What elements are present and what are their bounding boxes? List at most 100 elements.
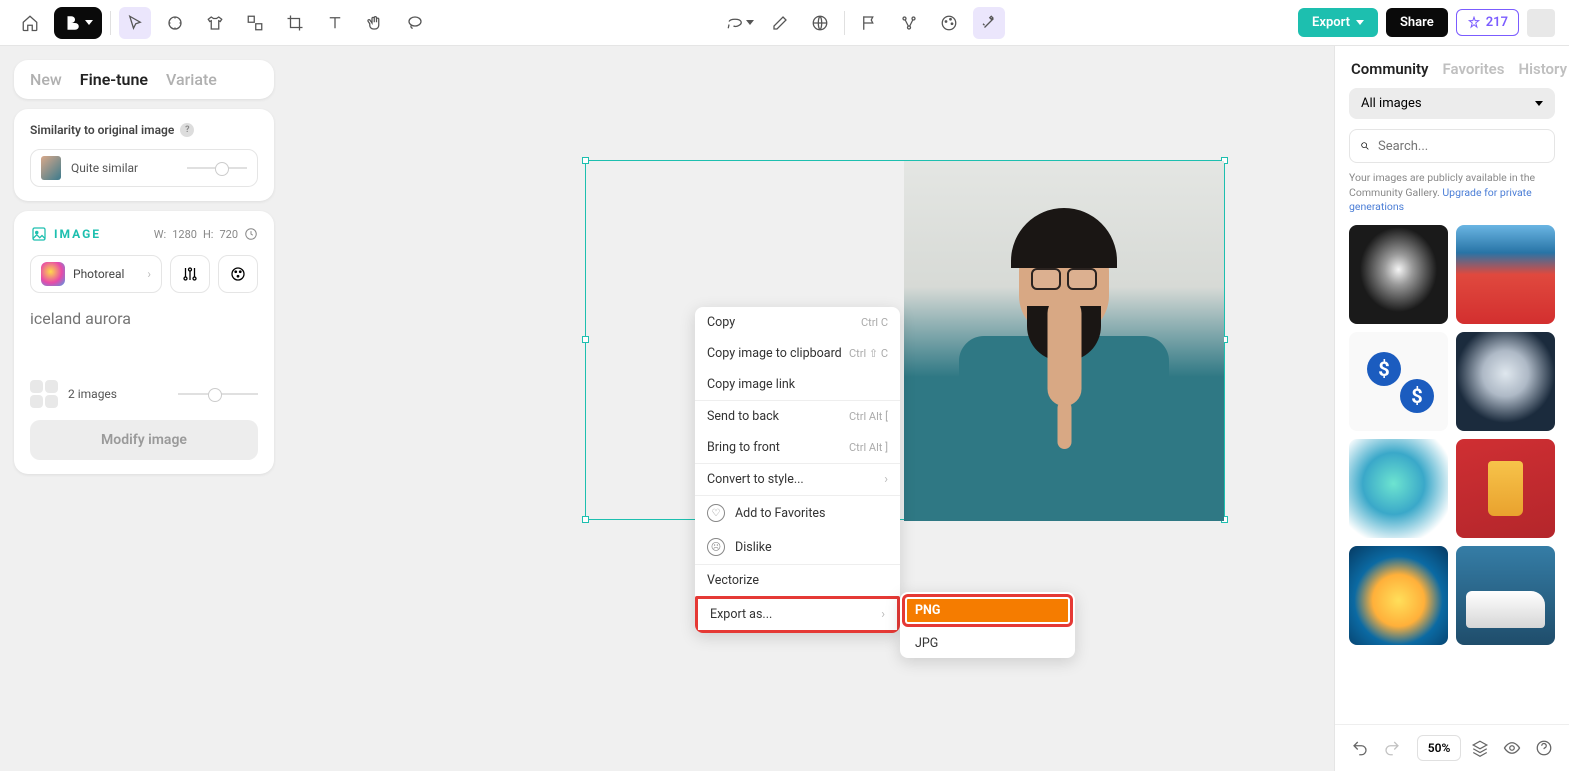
export-label: Export <box>1312 15 1350 30</box>
similarity-control[interactable]: Quite similar <box>30 149 258 187</box>
eraser-icon[interactable] <box>764 7 796 39</box>
mesh-icon[interactable] <box>804 7 836 39</box>
tab-favorites[interactable]: Favorites <box>1443 60 1505 78</box>
left-panel: New Fine-tune Variate Similarity to orig… <box>14 60 274 474</box>
similarity-slider[interactable] <box>187 167 247 169</box>
gallery-item[interactable] <box>1349 546 1448 645</box>
lasso-icon[interactable] <box>399 7 431 39</box>
flag-icon[interactable] <box>853 7 885 39</box>
shirt-icon[interactable] <box>199 7 231 39</box>
prompt-input[interactable] <box>30 305 258 368</box>
ctx-copy[interactable]: CopyCtrl C <box>695 307 900 338</box>
resize-handle[interactable] <box>582 157 589 164</box>
layers-icon[interactable] <box>1467 733 1493 763</box>
ctx-dislike[interactable]: ☹Dislike <box>695 530 900 564</box>
style-name: Photoreal <box>73 267 124 281</box>
similarity-label: Similarity to original image <box>30 123 174 137</box>
gallery-item[interactable] <box>1349 225 1448 324</box>
divider <box>844 11 845 35</box>
select-tool-icon[interactable] <box>119 7 151 39</box>
canvas-image[interactable] <box>904 161 1224 521</box>
credits-value: 217 <box>1486 15 1508 30</box>
image-count-row: 2 images <box>30 380 258 408</box>
heart-icon: ♡ <box>707 504 725 522</box>
search-input[interactable] <box>1378 139 1544 154</box>
graph-icon[interactable] <box>893 7 925 39</box>
ctx-convert-style[interactable]: Convert to style...› <box>695 464 900 495</box>
home-icon[interactable] <box>14 7 46 39</box>
mode-tabs: New Fine-tune Variate <box>14 60 274 99</box>
search-box[interactable] <box>1349 129 1555 163</box>
gallery-item[interactable] <box>1349 439 1448 538</box>
style-thumb <box>41 262 65 286</box>
gallery-item[interactable] <box>1456 332 1555 431</box>
gallery-notice: Your images are publicly available in th… <box>1335 171 1569 225</box>
right-panel: Community Favorites History All images Y… <box>1334 46 1569 771</box>
tab-variate[interactable]: Variate <box>166 70 217 89</box>
image-card: IMAGE W:1280 H:720 Photoreal › 2 images … <box>14 211 274 474</box>
ctx-send-back[interactable]: Send to backCtrl Alt [ <box>695 401 900 432</box>
person-figure <box>969 226 1159 521</box>
export-jpg[interactable]: JPG <box>900 629 1075 658</box>
similarity-value: Quite similar <box>71 161 177 175</box>
count-slider[interactable] <box>178 393 258 395</box>
dimensions: W:1280 H:720 <box>154 227 258 241</box>
brand-menu-button[interactable] <box>54 7 102 39</box>
top-toolbar: Export Share 217 <box>0 0 1569 46</box>
gallery-item[interactable] <box>1456 546 1555 645</box>
help2-icon[interactable] <box>1531 733 1557 763</box>
image-section-title: IMAGE <box>30 225 101 243</box>
text-icon[interactable] <box>319 7 351 39</box>
context-menu: CopyCtrl C Copy image to clipboardCtrl ⇧… <box>695 307 900 633</box>
magic-icon[interactable] <box>973 7 1005 39</box>
export-button[interactable]: Export <box>1298 8 1378 37</box>
modify-button[interactable]: Modify image <box>30 420 258 460</box>
export-png[interactable]: PNG <box>905 597 1070 624</box>
ctx-vectorize[interactable]: Vectorize <box>695 565 900 596</box>
count-grid-icon <box>30 380 58 408</box>
shapes-icon[interactable] <box>239 7 271 39</box>
search-icon <box>1360 137 1370 155</box>
color-icon[interactable] <box>218 255 258 293</box>
right-tabs: Community Favorites History <box>1335 46 1569 88</box>
toolbar-center-group <box>724 7 1005 39</box>
filter-dropdown[interactable]: All images <box>1349 88 1555 119</box>
count-label: 2 images <box>68 387 168 401</box>
export-submenu: PNG JPG <box>900 592 1075 658</box>
tab-new[interactable]: New <box>30 70 62 89</box>
palette-icon[interactable] <box>933 7 965 39</box>
crop-icon[interactable] <box>279 7 311 39</box>
ctx-favorite[interactable]: ♡Add to Favorites <box>695 496 900 530</box>
tab-finetune[interactable]: Fine-tune <box>80 70 148 89</box>
selection-frame[interactable] <box>585 160 1225 520</box>
settings-icon[interactable] <box>170 255 210 293</box>
ctx-export-as[interactable]: Export as...› <box>695 596 900 633</box>
style-selector[interactable]: Photoreal › <box>30 255 162 293</box>
toolbar-right-group: Export Share 217 <box>1298 8 1555 37</box>
share-button[interactable]: Share <box>1386 8 1448 37</box>
credits-button[interactable]: 217 <box>1456 9 1519 36</box>
ctx-copy-image[interactable]: Copy image to clipboardCtrl ⇧ C <box>695 338 900 369</box>
gallery-item[interactable] <box>1456 439 1555 538</box>
tab-history[interactable]: History <box>1518 60 1567 78</box>
generate-icon[interactable] <box>159 7 191 39</box>
ctx-copy-link[interactable]: Copy image link <box>695 369 900 400</box>
lasso2-icon[interactable] <box>724 7 756 39</box>
zoom-level[interactable]: 50% <box>1417 735 1462 761</box>
avatar[interactable] <box>1527 9 1555 37</box>
gallery-item[interactable] <box>1349 332 1448 431</box>
resize-handle[interactable] <box>582 336 589 343</box>
right-footer: 50% <box>1335 724 1569 771</box>
resize-handle[interactable] <box>582 516 589 523</box>
tab-community[interactable]: Community <box>1351 60 1429 78</box>
undo-icon[interactable] <box>1347 733 1373 763</box>
eye-icon[interactable] <box>1499 733 1525 763</box>
gallery-item[interactable] <box>1456 225 1555 324</box>
hand-icon[interactable] <box>359 7 391 39</box>
gallery <box>1335 225 1569 724</box>
redo-icon[interactable] <box>1379 733 1405 763</box>
help-icon[interactable]: ? <box>180 123 194 137</box>
similarity-card: Similarity to original image ? Quite sim… <box>14 109 274 201</box>
ctx-bring-front[interactable]: Bring to frontCtrl Alt ] <box>695 432 900 463</box>
reference-thumb <box>41 156 61 180</box>
